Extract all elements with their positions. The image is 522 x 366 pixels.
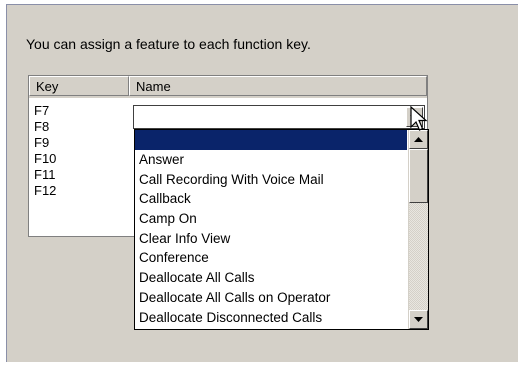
option-conference[interactable]: Conference	[135, 248, 407, 268]
mouse-cursor-icon	[410, 106, 428, 131]
feature-combobox[interactable]	[133, 105, 425, 129]
key-f7[interactable]: F7	[34, 103, 56, 119]
feature-dropdown-list[interactable]: Answer Call Recording With Voice Mail Ca…	[134, 129, 429, 330]
option-call-recording[interactable]: Call Recording With Voice Mail	[135, 170, 407, 190]
key-f11[interactable]: F11	[34, 167, 56, 183]
key-f12[interactable]: F12	[34, 183, 56, 199]
option-blank[interactable]	[135, 130, 407, 150]
key-f9[interactable]: F9	[34, 135, 56, 151]
column-header-name[interactable]: Name	[129, 76, 427, 96]
option-deallocate-all-calls[interactable]: Deallocate All Calls	[135, 268, 407, 288]
key-f8[interactable]: F8	[34, 119, 56, 135]
option-callback[interactable]: Callback	[135, 189, 407, 209]
option-camp-on[interactable]: Camp On	[135, 209, 407, 229]
scroll-down-button[interactable]	[409, 310, 428, 329]
table-header: Key Name	[29, 76, 427, 98]
column-header-key[interactable]: Key	[29, 76, 129, 96]
option-deallocate-all-calls-operator[interactable]: Deallocate All Calls on Operator	[135, 288, 407, 308]
dropdown-scrollbar[interactable]	[408, 130, 428, 329]
scroll-thumb[interactable]	[409, 149, 428, 203]
instruction-text: You can assign a feature to each functio…	[26, 36, 311, 52]
dropdown-options: Answer Call Recording With Voice Mail Ca…	[135, 130, 407, 329]
option-clear-info-view[interactable]: Clear Info View	[135, 229, 407, 249]
key-f10[interactable]: F10	[34, 151, 56, 167]
chevron-up-icon	[414, 137, 423, 142]
key-list: F7 F8 F9 F10 F11 F12	[34, 103, 56, 199]
option-answer[interactable]: Answer	[135, 150, 407, 170]
option-deallocate-disconnected-calls[interactable]: Deallocate Disconnected Calls	[135, 308, 407, 328]
chevron-down-icon	[414, 317, 423, 322]
